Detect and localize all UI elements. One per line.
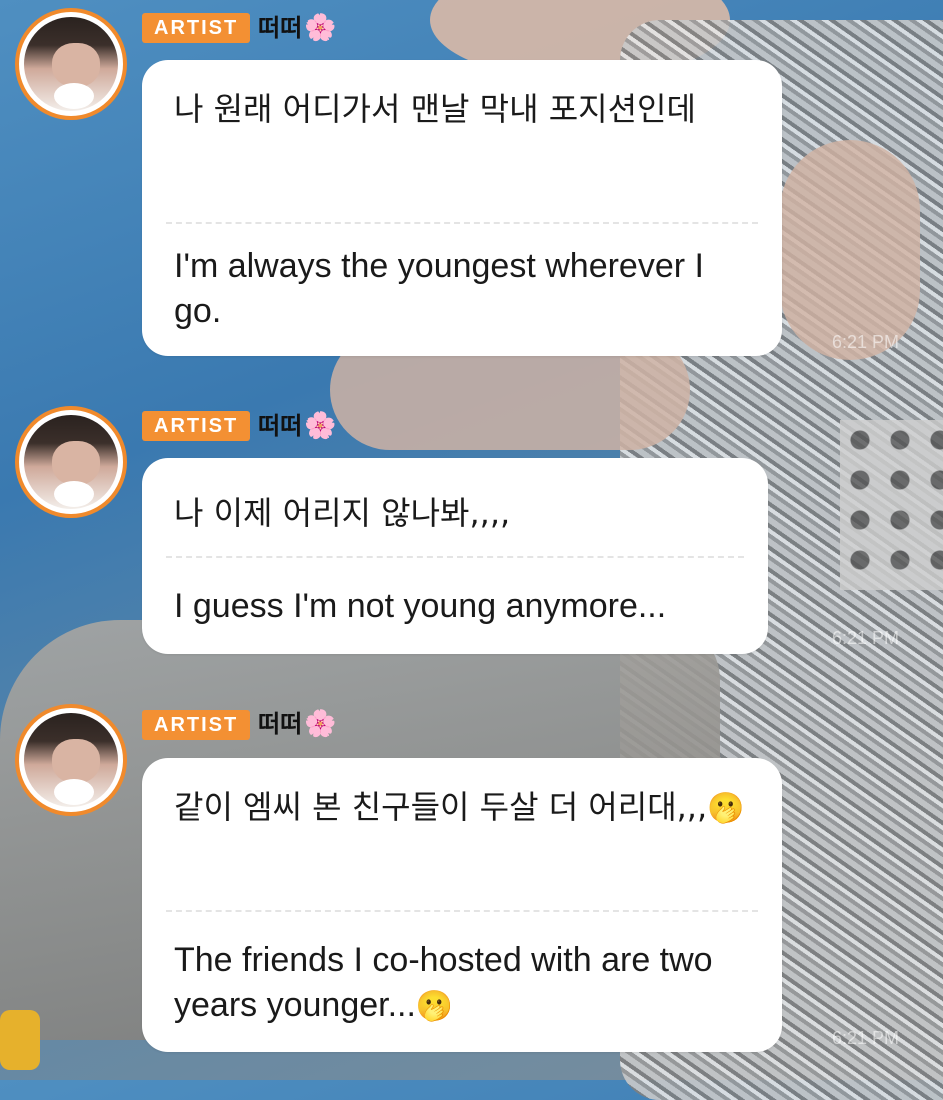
message-korean-text-content: 같이 엠씨 본 친구들이 두살 더 어리대,,,: [174, 788, 708, 826]
message-timestamp: 6:21 PM: [831, 1028, 899, 1048]
message-translation-text: I'm always the youngest wherever I go.: [174, 247, 704, 330]
background-photo-arm: [780, 140, 920, 360]
cherry-blossom-icon: 🌸: [304, 411, 337, 441]
message-timestamp: 6:21 PM: [831, 332, 899, 352]
sender-name: 떠떠🌸: [258, 411, 337, 441]
cherry-blossom-icon: 🌸: [304, 13, 337, 43]
sender-name: 떠떠🌸: [258, 13, 337, 43]
hand-over-mouth-emoji-icon: 🫢: [707, 791, 745, 826]
sender-name-text: 떠떠: [258, 710, 303, 738]
message-bubble[interactable]: 나 이제 어리지 않나봐,,,, I guess I'm not young a…: [142, 458, 768, 654]
message-translation-text: I guess I'm not young anymore...: [174, 587, 667, 625]
message-korean-text: 같이 엠씨 본 친구들이 두살 더 어리대,,,🫢: [174, 758, 750, 910]
cherry-blossom-icon: 🌸: [304, 709, 337, 739]
sender-name: 떠떠🌸: [258, 709, 337, 739]
artist-badge: ARTIST: [142, 13, 251, 43]
message-bubble[interactable]: 나 원래 어디가서 맨날 막내 포지션인데 I'm always the you…: [142, 60, 782, 356]
hand-over-mouth-emoji-icon: 🫢: [415, 990, 454, 1023]
avatar[interactable]: [15, 8, 127, 120]
artist-badge: ARTIST: [142, 710, 251, 740]
sender-name-text: 떠떠: [258, 412, 303, 440]
message-korean-text: 나 원래 어디가서 맨날 막내 포지션인데: [174, 90, 696, 128]
message-korean-text: 나 이제 어리지 않나봐,,,,: [174, 494, 511, 532]
background-photo-dots: [840, 420, 943, 590]
message-bubble[interactable]: 같이 엠씨 본 친구들이 두살 더 어리대,,,🫢 The friends I …: [142, 758, 782, 1052]
message-translation-text: The friends I co-hosted with are two yea…: [174, 912, 750, 1029]
avatar[interactable]: [15, 704, 127, 816]
sender-name-text: 떠떠: [258, 14, 303, 42]
message-timestamp: 6:21 PM: [831, 628, 899, 648]
background-photo-shoe: [0, 1010, 40, 1070]
avatar[interactable]: [15, 406, 127, 518]
artist-badge: ARTIST: [142, 411, 251, 441]
